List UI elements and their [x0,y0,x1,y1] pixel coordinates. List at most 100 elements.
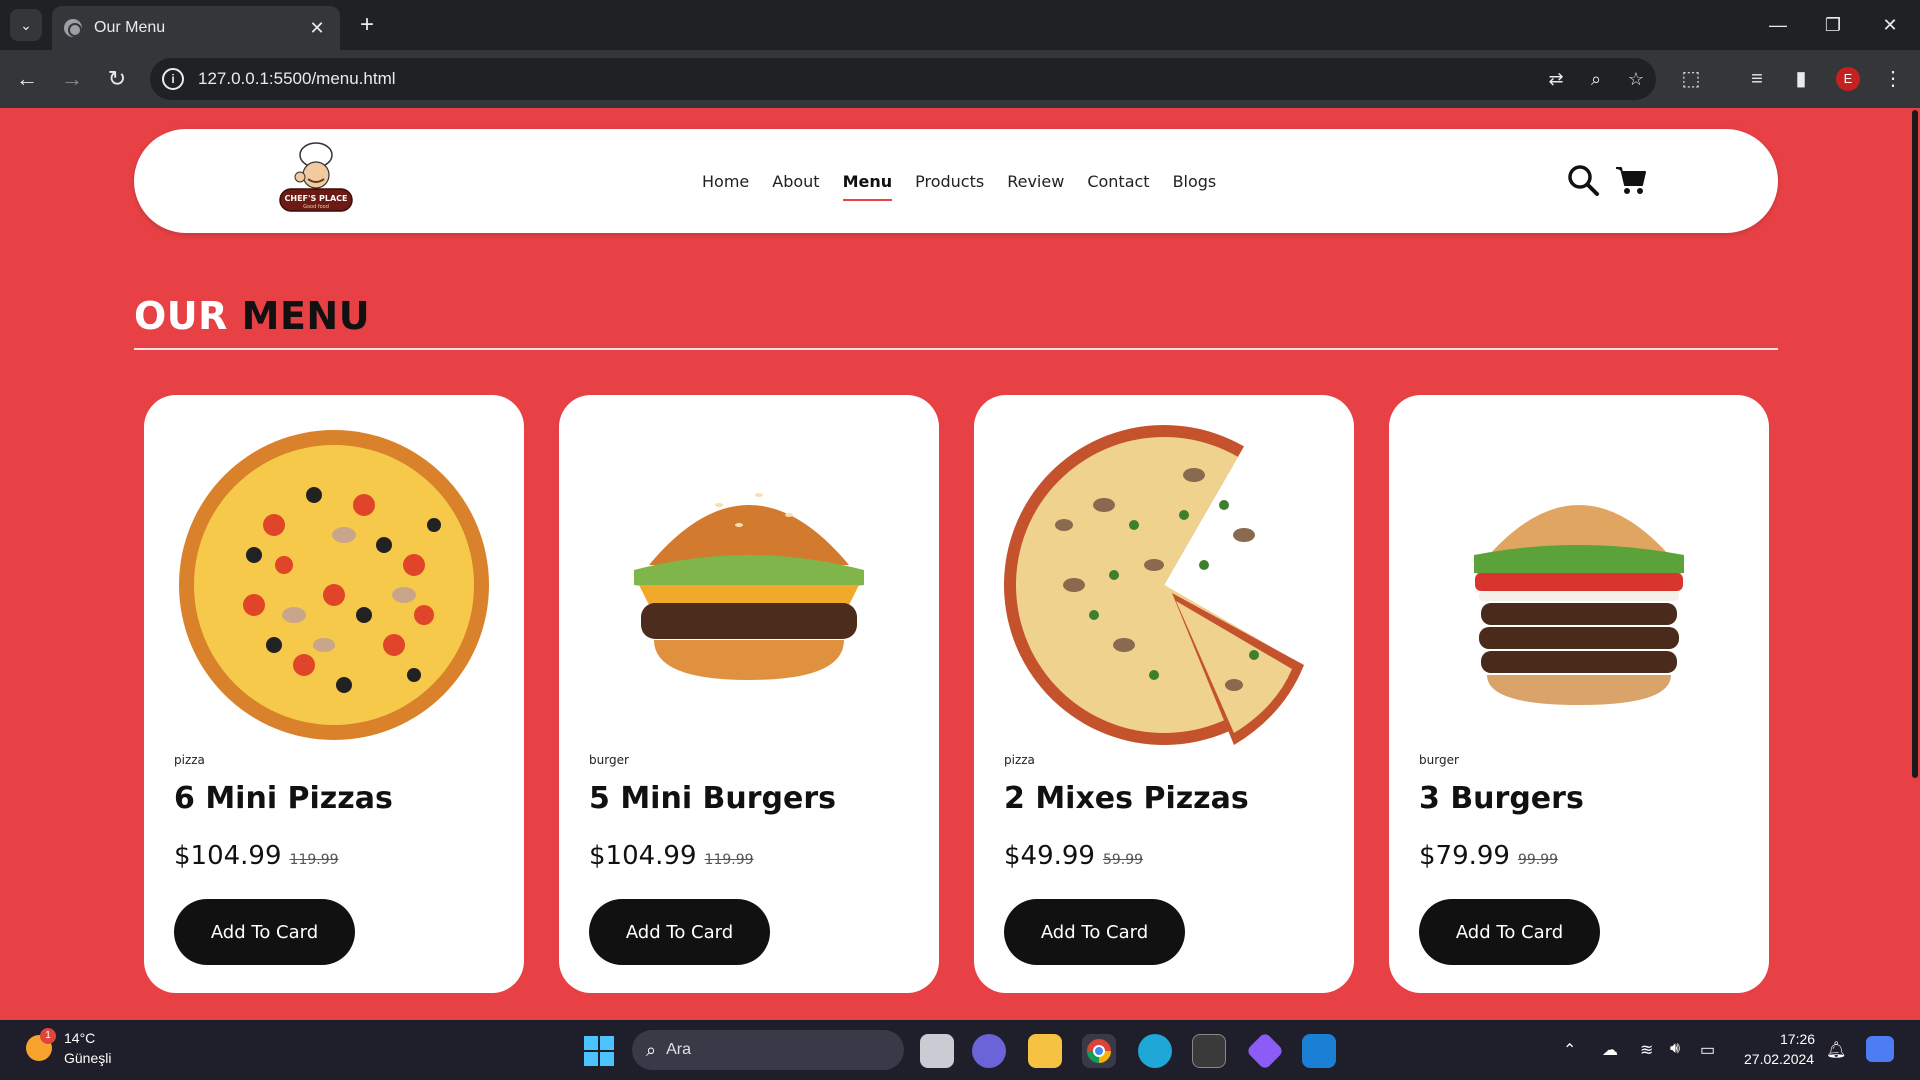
product-category: pizza [174,753,205,767]
nav-products[interactable]: Products [915,172,984,191]
pizza-icon [1004,425,1304,745]
chevron-up-icon[interactable]: ⌃ [1563,1040,1576,1060]
product-old-price: 119.99 [704,852,754,868]
product-price-row: $79.99 99.99 [1419,841,1558,871]
search-icon: ⌕ [646,1039,657,1060]
title-divider [134,348,1778,350]
add-to-cart-button[interactable]: Add To Card [1004,899,1185,965]
windows-start-icon[interactable] [584,1036,614,1066]
weather-desc[interactable]: Güneşli [64,1050,111,1066]
wifi-icon[interactable]: ≋ [1640,1040,1653,1060]
weather-temp[interactable]: 14°C [64,1030,95,1046]
cart-icon[interactable] [1614,163,1648,197]
nav-about[interactable]: About [772,172,819,191]
burger-icon [1474,505,1684,705]
product-name: 5 Mini Burgers [589,781,837,816]
product-price: $104.99 [174,841,282,871]
tab-title: Our Menu [94,19,166,36]
product-price-row: $104.99 119.99 [589,841,754,871]
vscode-icon[interactable] [1302,1034,1336,1068]
add-to-cart-button[interactable]: Add To Card [589,899,770,965]
product-price-row: $49.99 59.99 [1004,841,1143,871]
search-icon[interactable] [1566,163,1600,197]
new-tab-button[interactable]: + [352,10,382,40]
nav-home[interactable]: Home [702,172,749,191]
windows-taskbar [0,1020,1920,1080]
title-part-our: OUR [134,294,228,338]
reload-button[interactable]: ↻ [102,64,132,94]
site-header: CHEF'S PLACE Good food Home About Menu P… [134,129,1778,233]
address-bar[interactable]: i 127.0.0.1:5500/menu.html ⇄ ⌕ ☆ [150,58,1656,100]
tab-search-button[interactable]: ⌄ [10,9,42,41]
page-scrollbar[interactable] [1910,108,1920,1020]
notification-bell-icon[interactable]: 🔔︎ [1826,1040,1846,1060]
pizza-icon [179,430,489,740]
minimize-button[interactable]: — [1758,10,1798,40]
extensions-icon[interactable]: ⬚ [1676,64,1706,94]
product-old-price: 119.99 [289,852,339,868]
product-category: burger [1419,753,1459,767]
nav-contact[interactable]: Contact [1087,172,1149,191]
product-name: 2 Mixes Pizzas [1004,781,1249,816]
nav-blogs[interactable]: Blogs [1173,172,1217,191]
burger-icon [634,493,864,680]
taskbar-search-label: Ara [666,1041,691,1058]
bookmark-star-icon[interactable]: ☆ [1616,69,1656,90]
title-part-menu: MENU [241,294,371,338]
product-old-price: 99.99 [1517,852,1559,868]
product-category: pizza [1004,753,1035,767]
battery-icon[interactable]: ▭ [1700,1040,1715,1060]
clock-date[interactable]: 27.02.2024 [1744,1051,1814,1067]
file-explorer-icon[interactable] [1028,1034,1062,1068]
scrollbar-thumb[interactable] [1912,110,1918,778]
browser-tab[interactable]: Our Menu ✕ [52,6,340,50]
edge-icon[interactable] [1138,1034,1172,1068]
product-price: $104.99 [589,841,697,871]
zoom-icon[interactable]: ⌕ [1576,69,1616,90]
logo-text: CHEF'S PLACE [285,194,348,203]
add-to-cart-button[interactable]: Add To Card [174,899,355,965]
weather-badge: 1 [40,1028,56,1044]
profile-avatar[interactable]: E [1836,67,1860,91]
nav-menu[interactable]: Menu [842,172,892,201]
volume-icon[interactable]: 🔊︎ [1670,1040,1680,1058]
page-viewport: CHEF'S PLACE Good food Home About Menu P… [0,108,1920,1020]
product-card: burger 3 Burgers $79.99 99.99 Add To Car… [1389,395,1769,993]
kebab-menu-icon[interactable]: ⋮ [1878,64,1908,94]
product-price: $79.99 [1419,841,1510,871]
terminal-icon[interactable] [1192,1034,1226,1068]
product-card: pizza 6 Mini Pizzas $104.99 119.99 Add T… [144,395,524,993]
product-card: burger 5 Mini Burgers $104.99 119.99 Add… [559,395,939,993]
browser-tabbar: ⌄ Our Menu ✕ + — ❐ ✕ [0,0,1920,50]
product-price: $49.99 [1004,841,1095,871]
translate-icon[interactable]: ⇄ [1536,69,1576,90]
task-view-icon[interactable] [920,1034,954,1068]
nav-review[interactable]: Review [1007,172,1064,191]
url-text[interactable]: 127.0.0.1:5500/menu.html [198,69,1536,89]
close-tab-icon[interactable]: ✕ [306,18,328,39]
side-panel-icon[interactable]: ▮ [1786,64,1816,94]
site-info-icon[interactable]: i [162,68,184,90]
logo-subtext: Good food [303,204,329,210]
onedrive-cloud-icon[interactable]: ☁ [1602,1040,1618,1060]
back-button[interactable]: ← [12,64,42,94]
forward-button[interactable]: → [57,64,87,94]
teams-chat-icon[interactable] [972,1034,1006,1068]
product-card: pizza 2 Mixes Pizzas $49.99 59.99 Add To… [974,395,1354,993]
main-nav: Home About Menu Products Review Contact … [702,129,1216,233]
product-name: 3 Burgers [1419,781,1584,816]
copilot-icon[interactable] [1866,1036,1894,1062]
chefs-place-logo[interactable]: CHEF'S PLACE Good food [274,139,358,223]
close-window-button[interactable]: ✕ [1870,10,1910,40]
product-category: burger [589,753,629,767]
media-controls-icon[interactable]: ≡ [1742,64,1772,94]
product-name: 6 Mini Pizzas [174,781,393,816]
chrome-icon[interactable] [1082,1034,1116,1068]
taskbar-search[interactable]: ⌕ Ara [632,1030,904,1070]
restore-button[interactable]: ❐ [1813,10,1853,40]
clock-time[interactable]: 17:26 [1780,1031,1815,1047]
globe-icon [64,19,82,37]
product-price-row: $104.99 119.99 [174,841,339,871]
add-to-cart-button[interactable]: Add To Card [1419,899,1600,965]
page-title: OUR MENU [134,294,370,338]
